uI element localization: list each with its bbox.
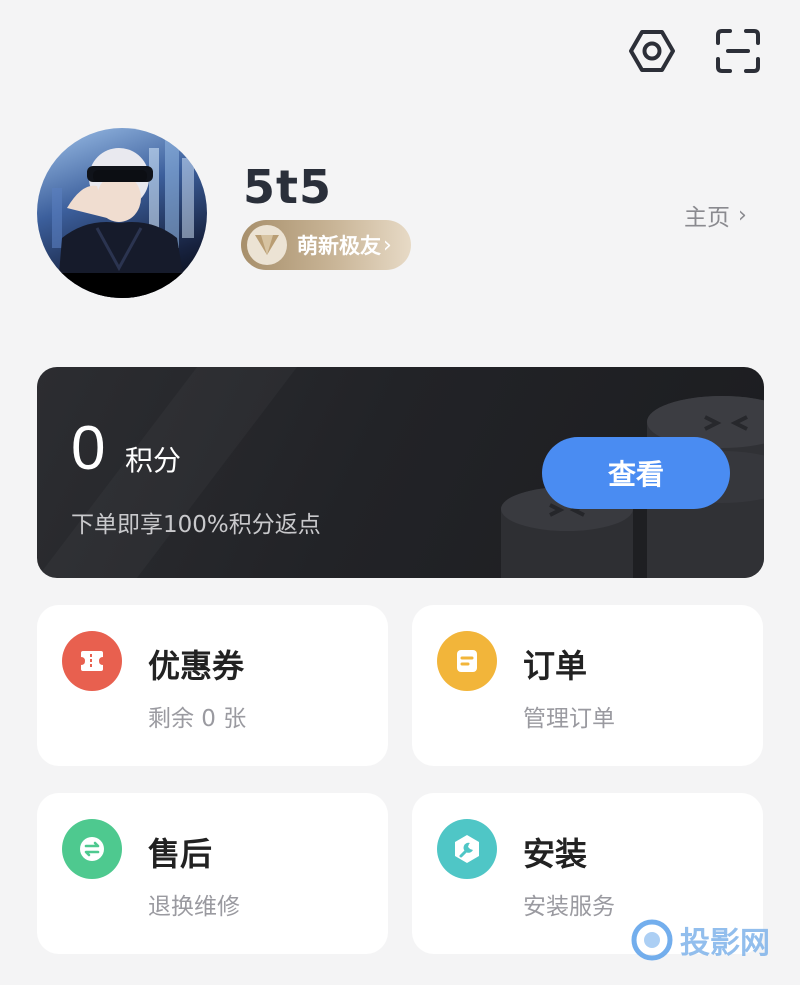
watermark-text: 投影网 [680, 926, 770, 961]
watermark: 投影网 [630, 918, 770, 962]
watermark-logo-icon [631, 919, 673, 961]
exchange-icon [62, 819, 122, 879]
avatar[interactable] [37, 128, 207, 298]
after-sales-tile[interactable]: 售后 退换维修 [37, 793, 388, 954]
settings-icon [629, 30, 675, 72]
order-tile[interactable]: 订单 管理订单 [412, 605, 763, 766]
settings-button[interactable] [627, 26, 677, 76]
member-badge[interactable]: 萌新极友 › [241, 220, 411, 270]
points-value: 0 [71, 414, 106, 483]
coupon-subtitle: 剩余 0 张 [148, 706, 247, 732]
points-unit: 积分 [125, 444, 182, 477]
view-points-button[interactable]: 查看 [542, 437, 730, 509]
coupon-tile[interactable]: 优惠券 剩余 0 张 [37, 605, 388, 766]
scan-button[interactable] [713, 26, 763, 76]
points-card: 0 积分 下单即享100%积分返点 查看 [37, 367, 764, 578]
wrench-icon [437, 819, 497, 879]
gem-icon [247, 225, 287, 265]
order-title: 订单 [523, 647, 588, 685]
chevron-right-icon: › [738, 202, 747, 228]
order-subtitle: 管理订单 [523, 706, 615, 732]
scan-icon [716, 29, 760, 73]
points-description: 下单即享100%积分返点 [71, 512, 321, 538]
homepage-link[interactable]: 主页 › [684, 198, 747, 232]
avatar-image [37, 138, 207, 298]
after-sales-title: 售后 [148, 835, 213, 873]
ticket-icon [62, 631, 122, 691]
after-sales-subtitle: 退换维修 [148, 894, 240, 920]
username: 5t5 [243, 160, 333, 214]
chevron-right-icon: › [383, 232, 392, 258]
homepage-label: 主页 [684, 205, 730, 231]
installation-title: 安装 [523, 835, 588, 873]
coupon-title: 优惠券 [148, 647, 245, 685]
order-icon [437, 631, 497, 691]
badge-label: 萌新极友 [297, 234, 381, 258]
installation-subtitle: 安装服务 [523, 894, 615, 920]
